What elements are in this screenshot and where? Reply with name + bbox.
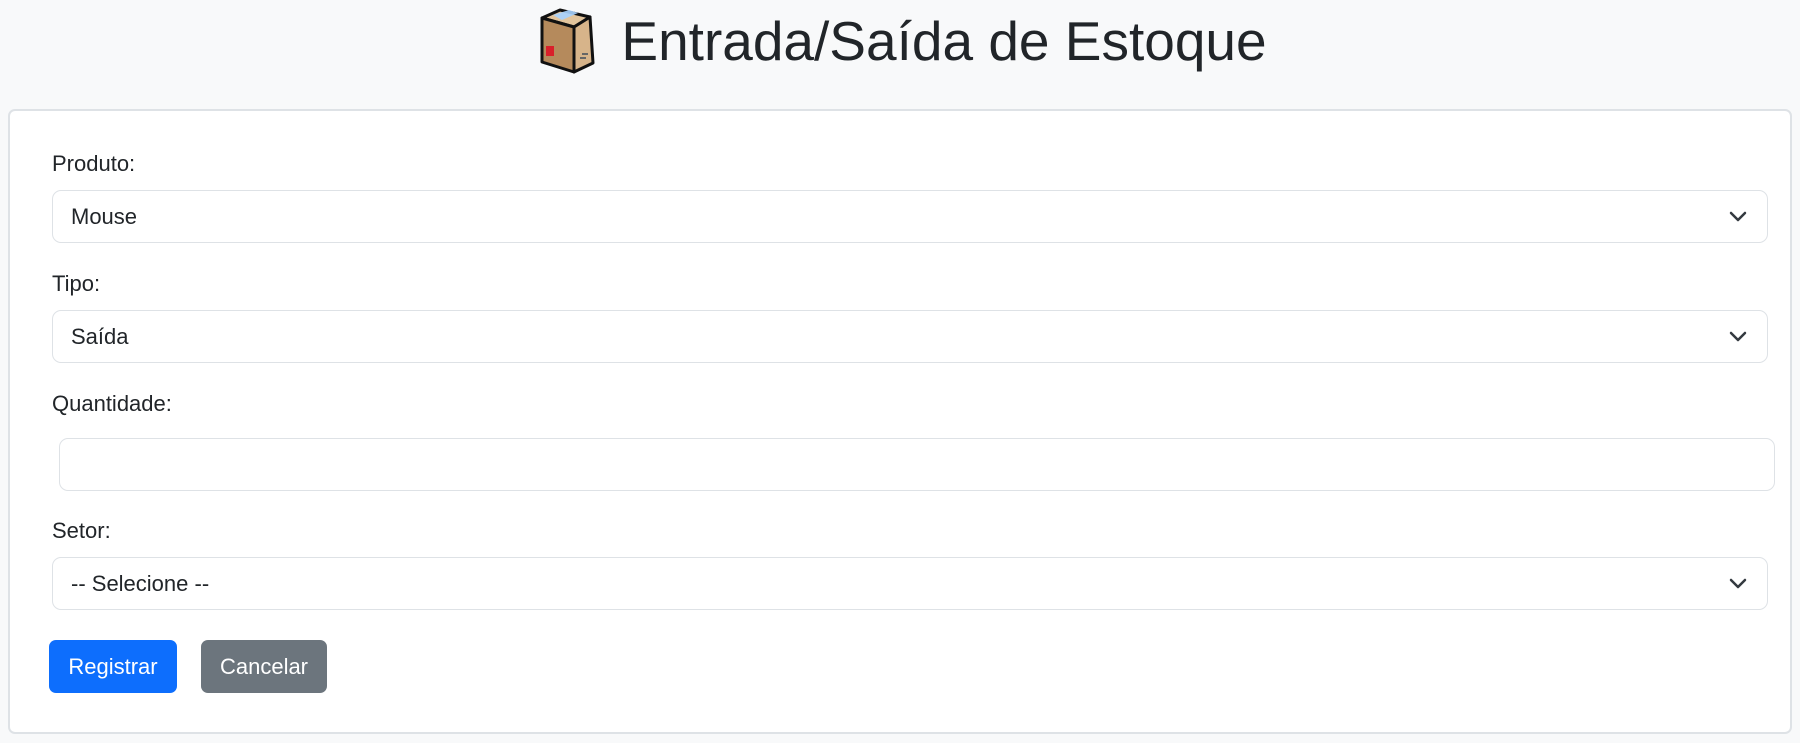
page-title: Entrada/Saída de Estoque [621, 9, 1267, 72]
sector-label: Setor: [52, 518, 111, 543]
product-select-value: Mouse [71, 203, 138, 229]
register-button[interactable]: Registrar [49, 640, 177, 693]
chevron-down-icon [1729, 578, 1747, 588]
package-box-icon [540, 8, 595, 74]
page-header: Entrada/Saída de Estoque [0, 0, 1800, 82]
product-select[interactable]: Mouse [52, 190, 1768, 243]
sector-select[interactable]: -- Selecione -- [52, 557, 1768, 610]
page-title-group: Entrada/Saída de Estoque [533, 8, 1267, 74]
sector-select-value: -- Selecione -- [71, 570, 210, 596]
type-label: Tipo: [52, 271, 101, 296]
cancel-button[interactable]: Cancelar [201, 640, 327, 693]
quantity-input[interactable] [59, 438, 1775, 491]
quantity-label: Quantidade: [52, 391, 172, 416]
chevron-down-icon [1729, 331, 1747, 341]
type-select-value: Saída [71, 323, 129, 349]
product-label: Produto: [52, 151, 136, 176]
type-select[interactable]: Saída [52, 310, 1768, 363]
chevron-down-icon [1729, 211, 1747, 221]
